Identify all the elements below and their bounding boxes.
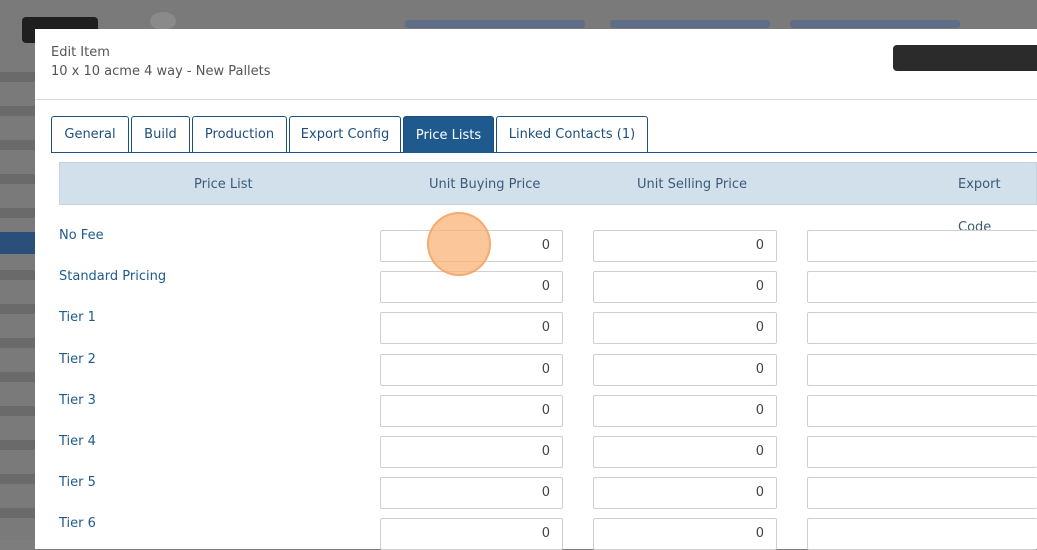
- export-code-input[interactable]: [807, 477, 1037, 509]
- sidebar-item: [0, 338, 35, 348]
- sidebar-item: [0, 304, 35, 314]
- sidebar-item: [0, 406, 35, 416]
- tab-build[interactable]: Build: [131, 116, 190, 152]
- export-code-input[interactable]: [807, 518, 1037, 550]
- unit-buying-price-input[interactable]: 0: [380, 312, 563, 344]
- unit-selling-price-input[interactable]: 0: [593, 230, 777, 262]
- sidebar-item: [0, 270, 35, 280]
- unit-selling-price-input[interactable]: 0: [593, 436, 777, 468]
- unit-selling-price-input[interactable]: 0: [593, 518, 777, 550]
- tab-general[interactable]: General: [51, 116, 129, 152]
- sidebar-item: [0, 508, 35, 518]
- unit-buying-price-input[interactable]: 0: [380, 354, 563, 386]
- export-code-input[interactable]: [807, 230, 1037, 262]
- sidebar-item: [0, 140, 35, 150]
- user-avatar: [150, 12, 176, 30]
- price-list-name: Tier 5: [59, 475, 96, 490]
- unit-selling-price-input[interactable]: 0: [593, 271, 777, 303]
- click-indicator: [427, 212, 491, 276]
- sidebar-item: [0, 208, 35, 218]
- sidebar-item: [0, 474, 35, 484]
- sidebar-item: [0, 372, 35, 382]
- sidebar-item-active: [0, 232, 35, 254]
- price-list-name: Tier 3: [59, 393, 96, 408]
- save-button[interactable]: ●: [893, 45, 1037, 71]
- price-list-name: No Fee: [59, 228, 104, 243]
- price-list-name: Standard Pricing: [59, 269, 167, 284]
- unit-selling-price-input[interactable]: 0: [593, 477, 777, 509]
- top-nav-item: [405, 20, 585, 28]
- sidebar-item: [0, 174, 35, 184]
- unit-selling-price-input[interactable]: 0: [593, 395, 777, 427]
- top-nav-item: [790, 20, 960, 28]
- tab-price-lists[interactable]: Price Lists: [403, 116, 494, 153]
- price-list-name: Tier 1: [59, 310, 96, 325]
- tab-production[interactable]: Production: [192, 116, 287, 152]
- price-list-name: Tier 2: [59, 352, 96, 367]
- unit-buying-price-input[interactable]: 0: [380, 477, 563, 509]
- tab-export-config[interactable]: Export Config: [289, 116, 401, 152]
- top-nav-item: [610, 20, 770, 28]
- export-code-input[interactable]: [807, 271, 1037, 303]
- price-list-name: Tier 4: [59, 434, 96, 449]
- tab-linked-contacts[interactable]: Linked Contacts (1): [496, 116, 648, 152]
- sidebar-item: [0, 106, 35, 116]
- column-header-unit-buying-price: Unit Buying Price: [429, 177, 541, 192]
- unit-selling-price-input[interactable]: 0: [593, 312, 777, 344]
- sidebar-item: [0, 72, 35, 82]
- export-code-input[interactable]: [807, 312, 1037, 344]
- tabs-underline: [51, 152, 1037, 153]
- unit-buying-price-input[interactable]: 0: [380, 518, 563, 550]
- unit-buying-price-input[interactable]: 0: [380, 436, 563, 468]
- price-list-name: Tier 6: [59, 516, 96, 531]
- export-code-input[interactable]: [807, 354, 1037, 386]
- export-code-input[interactable]: [807, 395, 1037, 427]
- column-header-unit-selling-price: Unit Selling Price: [637, 177, 748, 192]
- column-header-price-list: Price List: [194, 177, 253, 192]
- modal-title: Edit Item: [51, 45, 110, 60]
- export-code-input[interactable]: [807, 436, 1037, 468]
- unit-selling-price-input[interactable]: 0: [593, 354, 777, 386]
- unit-buying-price-input[interactable]: 0: [380, 271, 563, 303]
- sidebar-item: [0, 440, 35, 450]
- column-header-export-code: Export Code: [958, 177, 1001, 235]
- modal-header: Edit Item 10 x 10 acme 4 way - New Palle…: [35, 29, 1037, 100]
- modal-subtitle: 10 x 10 acme 4 way - New Pallets: [51, 64, 271, 79]
- unit-buying-price-input[interactable]: 0: [380, 395, 563, 427]
- table-header-row: Price List Unit Buying Price Unit Sellin…: [59, 162, 1037, 235]
